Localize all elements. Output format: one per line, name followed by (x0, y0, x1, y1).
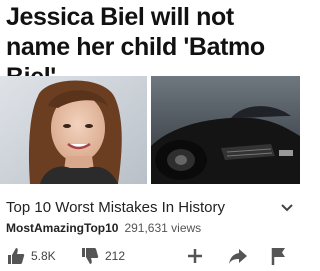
add-to-playlist-button[interactable] (186, 244, 204, 268)
action-bar: 5.8K 212 (0, 244, 300, 268)
channel-name[interactable]: MostAmazingTop10 (6, 221, 118, 235)
dislike-count: 212 (105, 249, 126, 263)
batmobile-image (151, 76, 300, 184)
video-meta: MostAmazingTop10 291,631 views (6, 221, 201, 235)
share-arrow-icon (229, 249, 247, 264)
plus-icon (188, 249, 202, 263)
woman-portrait-image (0, 76, 147, 184)
dislike-button[interactable]: 212 (80, 244, 125, 268)
flag-icon (271, 248, 285, 265)
chevron-down-icon[interactable] (280, 200, 294, 214)
thumbnail-pair[interactable] (0, 76, 300, 184)
like-button[interactable]: 5.8K (6, 244, 56, 268)
view-count: 291,631 views (124, 221, 202, 235)
report-button[interactable] (270, 244, 288, 268)
thumbs-up-icon (8, 248, 25, 264)
video-title[interactable]: Top 10 Worst Mistakes In History (6, 199, 225, 217)
thumbs-down-icon (82, 248, 99, 264)
share-button[interactable] (228, 244, 248, 268)
like-count: 5.8K (31, 249, 56, 263)
